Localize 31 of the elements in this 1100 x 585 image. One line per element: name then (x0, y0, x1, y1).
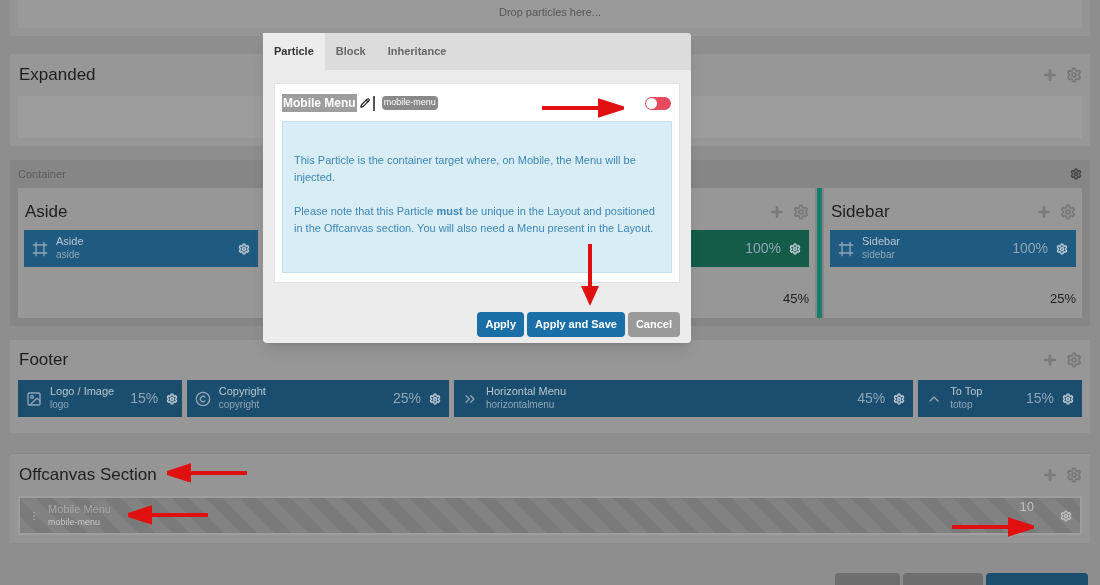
column-size: 45% (782, 289, 809, 308)
particle-size: 45% (857, 389, 886, 408)
particle-subtitle: logo (50, 399, 70, 412)
info-text: Please note that this Particle must be unique in the Layout and positioned in the Offcanvas section. You will also need a Menu present in the Layout. (294, 204, 656, 236)
particle-title: Aside (56, 235, 84, 250)
column-size: 25% (1049, 289, 1076, 308)
particle-size: 10 (1019, 499, 1034, 514)
particle-subtitle: copyright (218, 399, 261, 412)
particle-subtitle: horizontalmenu (486, 399, 556, 412)
particle-size: 15% (1025, 389, 1054, 408)
particle-size: 100% (745, 239, 781, 258)
particle-title: To Top (950, 385, 983, 400)
column-title: Aside (24, 201, 68, 224)
info-text: This Particle is the container target where, on Mobile, the Menu will be injected. (294, 153, 637, 185)
drop-zone-text: Drop particles here... (498, 4, 602, 20)
particle-size: 15% (130, 389, 159, 408)
particle-subtitle: totop (950, 399, 974, 412)
particle-title: Sidebar (862, 235, 900, 250)
particle-subtitle: mobile-menu (48, 516, 102, 528)
particle-subtitle: aside (56, 249, 81, 262)
particle-id-badge: mobile-menu (381, 96, 438, 110)
particle-title: Horizontal Menu (486, 385, 567, 400)
column-title: Sidebar (830, 201, 890, 224)
section-title: Expanded (18, 64, 96, 87)
particle-title: Copyright (218, 385, 266, 400)
section-title: Footer (18, 349, 69, 372)
particle-size: 25% (392, 389, 421, 408)
particle-size: 100% (1012, 239, 1048, 258)
particle-title: Logo / Image (50, 385, 115, 400)
particle-subtitle: sidebar (862, 249, 896, 262)
section-title: Offcanvas Section (18, 464, 157, 487)
